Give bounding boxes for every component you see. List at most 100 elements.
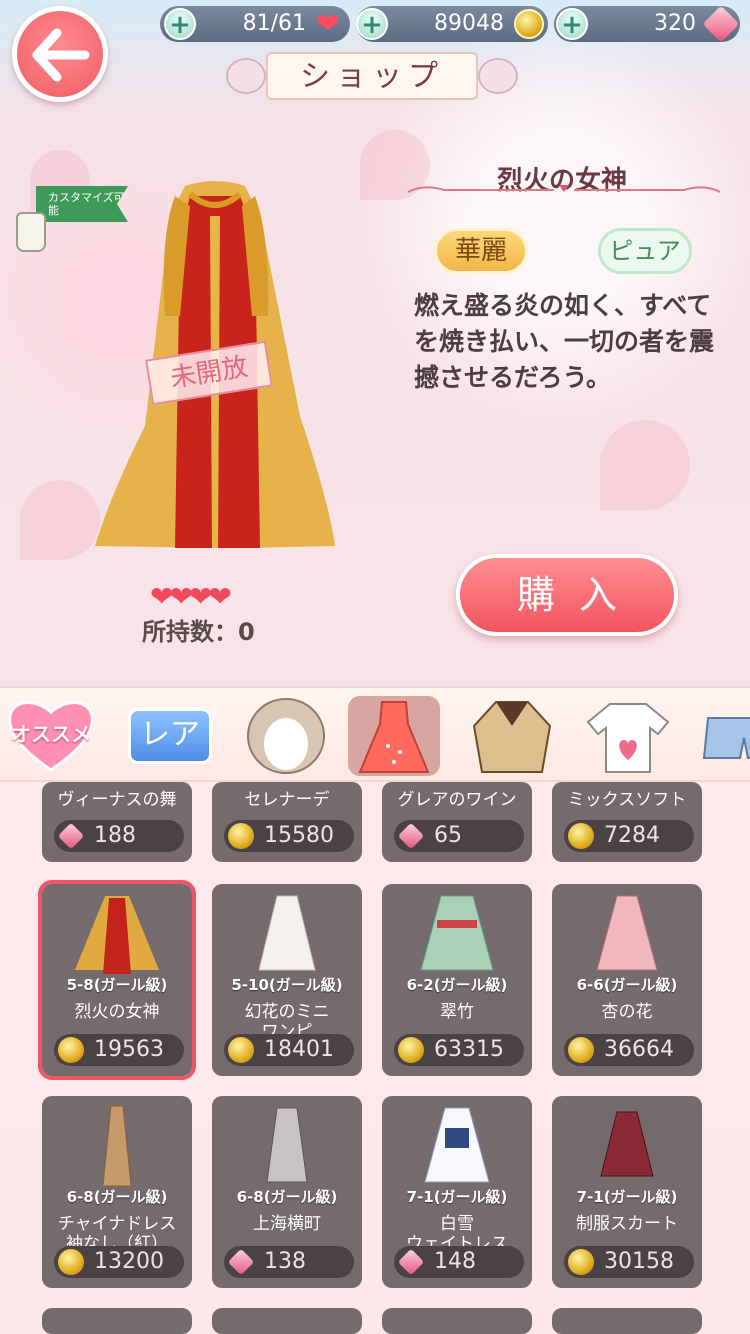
currency-bar: 81/61 ❤ + 89048 + 320 +	[160, 5, 742, 43]
page-title: ショップ	[266, 52, 478, 100]
item-card[interactable]	[382, 1308, 532, 1334]
item-card-price: 7284	[564, 820, 694, 852]
item-card[interactable]: 6-8(ガール級) 上海横町 138	[212, 1096, 362, 1288]
dress-thumbnail	[258, 895, 316, 971]
item-card[interactable]	[552, 1308, 702, 1334]
item-card-price: 188	[54, 820, 184, 852]
shop-title-banner: ショップ	[222, 52, 522, 102]
item-card-name: グレアのワイン	[397, 790, 517, 810]
tab-rare-label: レア	[128, 708, 212, 764]
dress-thumbnail	[420, 895, 494, 971]
banner-ornament	[478, 58, 518, 94]
tab-dress[interactable]	[348, 696, 440, 776]
item-card-price: 13200	[54, 1246, 184, 1278]
item-card-stage: 6-8(ガール級)	[66, 1188, 168, 1206]
item-card[interactable]: 7-1(ガール級) 白雪 ウェイトレス 148	[382, 1096, 532, 1288]
item-card-name: 杏の花	[601, 1002, 653, 1022]
diamond-icon	[227, 1248, 255, 1276]
item-card[interactable]: ミックスソフト 7284	[552, 782, 702, 862]
tab-recommended[interactable]: オススメ	[6, 696, 98, 776]
tab-coat[interactable]	[466, 696, 558, 776]
item-card-price: 138	[224, 1246, 354, 1278]
style-tag-pure: ピュア	[598, 228, 692, 274]
heart-icon: ❤	[316, 7, 340, 40]
item-card-name: セレナーデ	[244, 790, 330, 810]
diamond-icon	[57, 822, 85, 850]
item-card-name: 翠竹	[440, 1002, 474, 1022]
top-icon	[586, 703, 670, 773]
coin-icon	[398, 1037, 424, 1063]
dress-thumbnail	[102, 1105, 132, 1187]
item-card-stage: 5-8(ガール級)	[66, 976, 168, 994]
dress-icon	[358, 701, 430, 773]
dye-bottle-icon	[16, 212, 46, 252]
coin-icon	[568, 823, 594, 849]
tab-bottoms[interactable]	[698, 696, 750, 776]
tab-hair[interactable]	[240, 696, 332, 776]
dress-thumbnail	[600, 1111, 654, 1177]
item-card-stage: 6-8(ガール級)	[236, 1188, 338, 1206]
coin-icon	[228, 1037, 254, 1063]
item-card-price: 30158	[564, 1246, 694, 1278]
heart-icon: オススメ	[6, 696, 96, 774]
item-card-stage: 5-10(ガール級)	[231, 976, 343, 994]
item-card[interactable]: 7-1(ガール級) 制服スカート 30158	[552, 1096, 702, 1288]
owned-count: 所持数：0	[142, 618, 255, 646]
category-tabs: オススメ レア	[0, 686, 750, 782]
dress-thumbnail	[75, 896, 159, 974]
stamina-value: 81/61	[242, 11, 306, 36]
item-card[interactable]: 6-8(ガール級) チャイナドレス 袖なし（紅） 13200	[42, 1096, 192, 1288]
item-card-stage: 7-1(ガール級)	[576, 1188, 678, 1206]
tab-tops[interactable]	[582, 696, 674, 776]
coin-icon	[58, 1249, 84, 1275]
coin-icon	[228, 823, 254, 849]
item-card-name: 制服スカート	[576, 1214, 678, 1234]
item-card[interactable]	[42, 1308, 192, 1334]
item-description: 燃え盛る炎の如く、すべてを焼き払い、一切の者を震撼させるだろう。	[414, 291, 715, 392]
item-card[interactable]: セレナーデ 15580	[212, 782, 362, 862]
item-card-stage: 7-1(ガール級)	[406, 1188, 508, 1206]
item-card-selected[interactable]: 5-8(ガール級) 烈火の女神 19563	[38, 880, 196, 1080]
petal-decoration	[20, 480, 100, 560]
bottom-icon	[702, 717, 750, 759]
item-card[interactable]: グレアのワイン 65	[382, 782, 532, 862]
add-gold-button[interactable]: +	[356, 8, 388, 40]
item-grid: ヴィーナスの舞 188 セレナーデ 15580 グレアのワイン 65 ミックスソ…	[0, 782, 750, 1334]
item-card-name: ヴィーナスの舞	[57, 790, 177, 810]
item-card-price: 18401	[224, 1034, 354, 1066]
name-divider	[407, 185, 721, 193]
item-card[interactable]	[212, 1308, 362, 1334]
coin-icon	[568, 1249, 594, 1275]
item-card[interactable]: ヴィーナスの舞 188	[42, 782, 192, 862]
coin-icon	[514, 9, 544, 39]
tab-rare[interactable]: レア	[124, 696, 216, 776]
coin-icon	[58, 1037, 84, 1063]
item-card-stage: 6-2(ガール級)	[406, 976, 508, 994]
diamond-icon	[397, 822, 425, 850]
diamond-icon	[397, 1248, 425, 1276]
coin-icon	[568, 1037, 594, 1063]
item-card-price: 148	[394, 1246, 524, 1278]
diamond-value: 320	[654, 11, 696, 36]
item-card-price: 19563	[54, 1034, 184, 1066]
gold-value: 89048	[434, 11, 504, 36]
buy-button[interactable]: 購入	[456, 554, 678, 636]
dress-thumbnail	[424, 1107, 490, 1183]
item-card-name: 上海横町	[253, 1214, 321, 1234]
back-button[interactable]	[12, 6, 108, 102]
diamond-icon	[702, 5, 740, 43]
item-card-name: 烈火の女神	[74, 1002, 160, 1022]
back-arrow-icon	[32, 28, 90, 82]
add-diamond-button[interactable]: +	[556, 8, 588, 40]
item-card-name: ミックスソフト	[567, 790, 687, 810]
petal-decoration	[600, 420, 690, 510]
item-card[interactable]: 5-10(ガール級) 幻花のミニ ワンピ 18401	[212, 884, 362, 1076]
style-tag-gorgeous: 華麗	[434, 228, 528, 274]
item-card-stage: 6-6(ガール級)	[576, 976, 678, 994]
add-stamina-button[interactable]: +	[164, 8, 196, 40]
item-card-price: 15580	[224, 820, 354, 852]
item-card[interactable]: 6-2(ガール級) 翠竹 63315	[382, 884, 532, 1076]
item-card[interactable]: 6-6(ガール級) 杏の花 36664	[552, 884, 702, 1076]
dress-thumbnail	[266, 1107, 308, 1183]
rarity-hearts: ❤❤❤❤	[150, 580, 232, 613]
